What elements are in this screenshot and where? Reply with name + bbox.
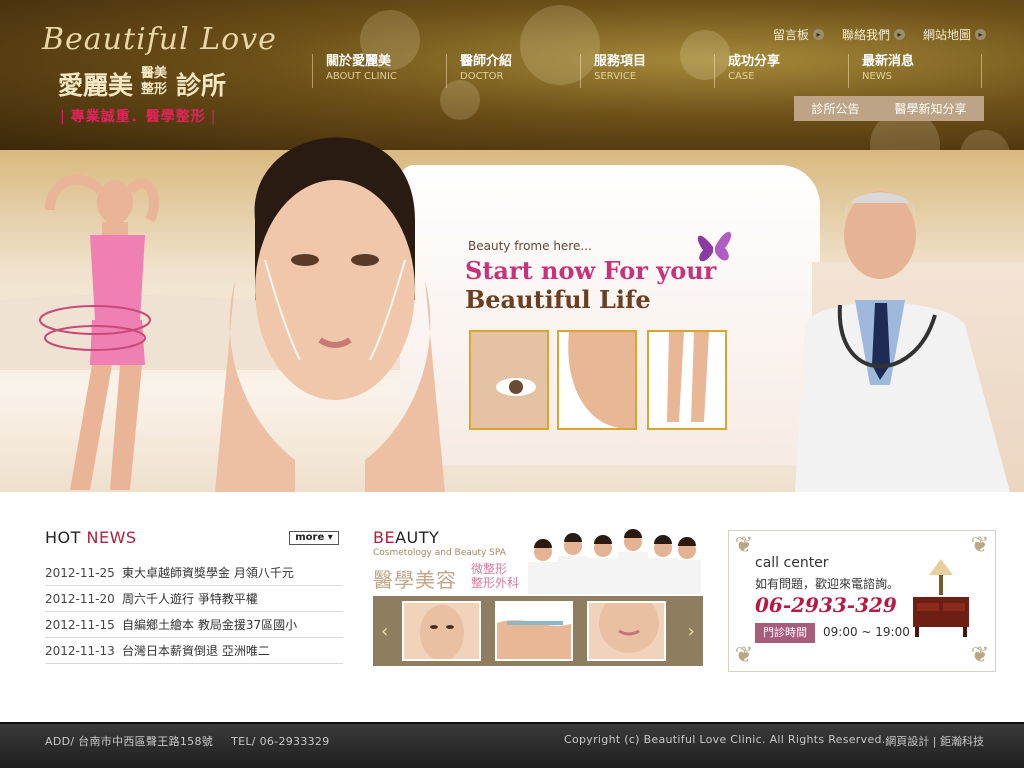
footer-contact: ADD/ 台南市中西區聲王路158號 TEL/ 06-2933329 — [45, 735, 330, 748]
furniture-image — [913, 559, 969, 637]
medical-team-image — [528, 529, 701, 594]
logo-subname: 醫美整形 — [141, 66, 168, 97]
header: Beautiful Love 愛麗美 醫美整形 診所 專業誠重．醫學整形 留言板… — [0, 0, 1024, 180]
guestbook-link[interactable]: 留言板 ▸ — [773, 26, 824, 43]
logo-name[interactable]: 愛麗美 — [58, 66, 133, 102]
doctor-image — [795, 191, 1010, 492]
nav-sublabel: NEWS — [862, 71, 893, 82]
thumb-legs-image[interactable] — [647, 330, 727, 430]
nav-news[interactable]: 最新消息 NEWS — [848, 54, 982, 88]
hours-badge: 門診時間 — [755, 623, 815, 643]
thumb-body-image[interactable] — [557, 330, 637, 430]
top-links: 留言板 ▸ 聯絡我們 ▸ 網站地圖 ▸ — [773, 26, 986, 43]
slide-waist-image[interactable] — [494, 601, 574, 661]
slide-chin-image[interactable] — [587, 601, 666, 661]
web-design-link[interactable]: 網頁設計 — [885, 735, 929, 748]
next-arrow-icon[interactable]: › — [680, 621, 703, 642]
contact-link[interactable]: 聯絡我們 ▸ — [842, 26, 905, 43]
ornament-icon: ❦ — [734, 533, 754, 558]
call-center-title: call center — [755, 555, 829, 571]
ornament-icon: ❦ — [734, 643, 754, 668]
nav-label: 關於愛麗美 — [326, 54, 392, 69]
footer: ADD/ 台南市中西區聲王路158號 TEL/ 06-2933329 Copyri… — [0, 722, 1024, 768]
beauty-section: BEAUTY Cosmetology and Beauty SPA 醫學美容 微… — [373, 528, 703, 666]
call-center-description: 如有問題，歡迎來電諮詢。 — [755, 577, 900, 591]
news-item[interactable]: 2012-11-13 台灣日本薪資倒退 亞洲唯二 — [45, 638, 343, 664]
tagline: 專業誠重．醫學整形 — [55, 106, 221, 126]
arrow-icon: ▸ — [975, 29, 986, 40]
company-link[interactable]: 鉅瀚科技 — [940, 735, 984, 748]
nav-sublabel: CASE — [728, 71, 755, 82]
nav-sublabel: ABOUT CLINIC — [326, 71, 397, 82]
nav-label: 服務項目 — [594, 54, 647, 69]
banner-headline-1: Start now For your — [465, 256, 717, 285]
toplink-label: 網站地圖 — [922, 28, 971, 42]
beauty-slider: ‹ › — [373, 596, 703, 666]
beauty-cn-title: 醫學美容 — [373, 568, 457, 592]
nav-case[interactable]: 成功分享 CASE — [714, 54, 848, 88]
nav-service[interactable]: 服務項目 SERVICE — [580, 54, 714, 88]
beauty-cn-tags: 微整形 整形外科 — [471, 562, 520, 590]
subnav-medical-news[interactable]: 醫學新知分享 — [894, 100, 966, 117]
model-face-image — [215, 137, 445, 492]
nav-label: 成功分享 — [728, 54, 781, 69]
logo-script[interactable]: Beautiful Love — [42, 22, 277, 57]
arrow-icon: ▸ — [893, 29, 905, 40]
more-button[interactable]: more ▾ — [289, 531, 339, 545]
toplink-label: 聯絡我們 — [841, 28, 890, 42]
ornament-icon: ❦ — [970, 643, 990, 668]
nav-label: 最新消息 — [862, 54, 915, 69]
footer-credits: 網頁設計 | 鉅瀚科技 — [885, 735, 984, 748]
nav-doctor[interactable]: 醫師介紹 DOCTOR — [446, 54, 580, 88]
arrow-icon: ▸ — [812, 29, 824, 40]
call-center-box: ❦ ❦ ❦ ❦ call center 如有問題，歡迎來電諮詢。 06-2933… — [728, 530, 996, 672]
clinic-hours: 09:00 ~ 19:00 — [823, 625, 910, 639]
toplink-label: 留言板 — [772, 28, 809, 42]
footer-copyright: Copyright (c) Beautiful Love Clinic. All… — [564, 733, 886, 746]
news-subnav: 診所公告 醫學新知分享 — [794, 96, 984, 121]
nav-sublabel: DOCTOR — [460, 71, 504, 82]
hot-news: HOT NEWS more ▾ 2012-11-25 東大卓越師資獎學金 月領八千… — [45, 528, 343, 664]
news-list: 2012-11-25 東大卓越師資獎學金 月領八千元 2012-11-20 周六千人… — [45, 560, 343, 664]
nav-label: 醫師介紹 — [460, 54, 513, 69]
news-item[interactable]: 2012-11-15 自編鄉土繪本 教局金援37區國小 — [45, 612, 343, 638]
prev-arrow-icon[interactable]: ‹ — [373, 621, 396, 642]
banner-kicker: Beauty frome here... — [468, 239, 592, 253]
slide-face-image[interactable] — [402, 601, 481, 661]
logo-name-suffix: 診所 — [176, 71, 227, 100]
nav-sublabel: SERVICE — [594, 71, 637, 82]
phone-number[interactable]: 06-2933-329 — [755, 593, 897, 617]
body-figure-image — [39, 174, 159, 490]
news-item[interactable]: 2012-11-20 周六千人遊行 爭特教平權 — [45, 586, 343, 612]
ornament-icon: ❦ — [970, 533, 990, 558]
main-nav: 關於愛麗美 ABOUT CLINIC 醫師介紹 DOCTOR 服務項目 SERVICE… — [312, 54, 982, 88]
sitemap-link[interactable]: 網站地圖 ▸ — [923, 26, 986, 43]
butterfly-icon — [697, 231, 732, 262]
nav-about[interactable]: 關於愛麗美 ABOUT CLINIC — [312, 54, 446, 88]
banner-headline-2: Beautiful Life — [465, 285, 651, 314]
thumb-eye-image[interactable] — [469, 330, 549, 430]
page: Beautiful Love 愛麗美 醫美整形 診所 專業誠重．醫學整形 留言板… — [0, 0, 1024, 768]
subnav-announcements[interactable]: 診所公告 — [811, 100, 859, 117]
news-item[interactable]: 2012-11-25 東大卓越師資獎學金 月領八千元 — [45, 560, 343, 586]
